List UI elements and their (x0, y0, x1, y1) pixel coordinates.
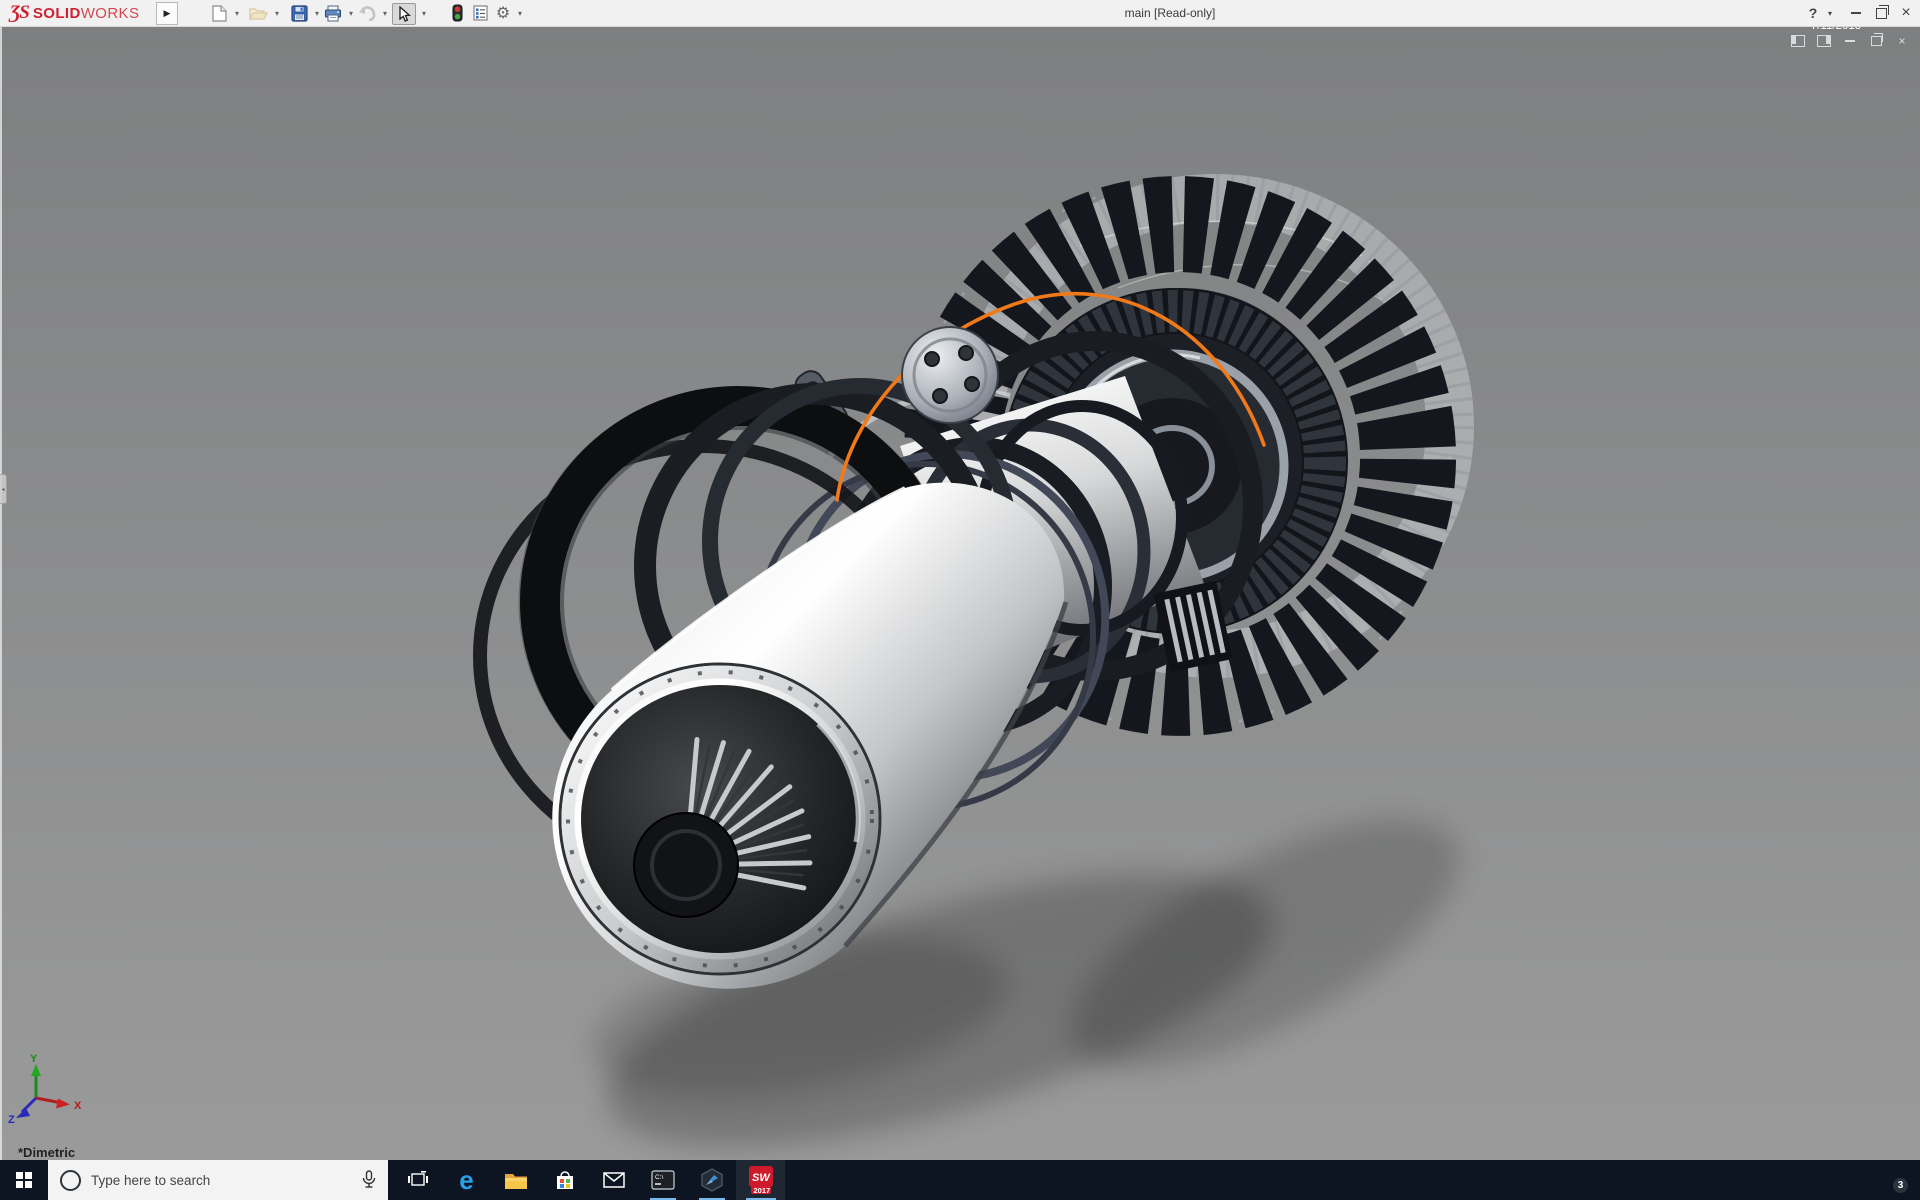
notification-badge[interactable]: 3 (1893, 1178, 1908, 1193)
open-dropdown[interactable]: ▾ (271, 3, 283, 23)
undo-button[interactable] (356, 3, 378, 23)
file-explorer-icon (504, 1171, 528, 1190)
select-tool-dropdown[interactable]: ▾ (418, 3, 430, 23)
logo-solid-text: SOLID (33, 5, 81, 22)
file-explorer-button[interactable] (491, 1160, 540, 1200)
new-document-dropdown[interactable]: ▾ (231, 3, 243, 23)
search-placeholder: Type here to search (91, 1173, 210, 1188)
rebuild-button[interactable] (446, 3, 468, 23)
edge-button[interactable]: e (442, 1160, 491, 1200)
cortana-circle-icon (60, 1170, 81, 1191)
mail-icon (603, 1172, 625, 1188)
edrawings-button[interactable] (687, 1160, 736, 1200)
edge-icon: e (459, 1167, 473, 1193)
ds-logo-icon: ƷS (10, 2, 29, 24)
windows-logo-icon (16, 1172, 32, 1188)
doc-close-button[interactable]: × (1894, 34, 1910, 48)
select-cursor-icon (398, 6, 411, 22)
store-icon (554, 1169, 576, 1191)
open-folder-icon (249, 6, 268, 21)
title-bar: ƷS SOLID WORKS ▶ ▾ ▾ ▾ (0, 0, 1920, 27)
undo-dropdown[interactable]: ▾ (379, 3, 391, 23)
feature-panel-collapse-tab[interactable]: ◂ (0, 474, 7, 504)
svg-text:2017: 2017 (753, 1186, 770, 1195)
axis-y-label: Y (30, 1053, 38, 1065)
start-button[interactable] (0, 1160, 48, 1200)
new-document-icon (212, 5, 227, 22)
microphone-icon[interactable] (362, 1170, 376, 1190)
store-button[interactable] (540, 1160, 589, 1200)
restore-icon (1876, 8, 1887, 19)
options-dropdown[interactable]: ▾ (514, 3, 526, 23)
doc-close-icon: × (1898, 35, 1905, 47)
help-button[interactable]: ? (1801, 0, 1825, 26)
save-floppy-icon (291, 5, 308, 22)
rebuild-traffic-light-icon (452, 4, 463, 22)
file-properties-icon (473, 5, 488, 21)
axis-x-label: X (74, 1100, 82, 1112)
svg-text:SW: SW (752, 1172, 771, 1184)
options-gear-icon[interactable]: ⚙ (492, 3, 514, 23)
search-input[interactable]: Type here to search (48, 1160, 388, 1200)
undo-arrow-icon (358, 6, 376, 21)
edrawings-hexagon-icon (700, 1168, 724, 1192)
command-prompt-icon: C:\ (651, 1170, 675, 1190)
view-orientation-label: *Dimetric (18, 1145, 75, 1160)
document-title: main [Read-only] (1090, 0, 1250, 26)
print-button[interactable] (322, 3, 344, 23)
logo-works-text: WORKS (81, 5, 140, 22)
minimize-button[interactable] (1844, 0, 1868, 26)
axis-z-label: Z (8, 1114, 15, 1124)
svg-text:C:\: C:\ (655, 1174, 664, 1181)
task-view-button[interactable] (393, 1160, 442, 1200)
close-button[interactable]: × (1894, 0, 1918, 26)
windows-taskbar: Type here to search e (0, 1160, 1920, 1200)
orientation-triad: Y X Z (6, 1052, 92, 1124)
help-dropdown[interactable]: ▾ (1823, 0, 1837, 26)
feature-panel-edge (0, 26, 2, 1160)
task-view-icon (408, 1171, 428, 1189)
print-icon (324, 5, 342, 22)
solidworks-app-icon: SW 2017 (747, 1165, 775, 1195)
solidworks-taskbar-button[interactable]: SW 2017 (736, 1160, 785, 1200)
open-button[interactable] (247, 3, 269, 23)
new-document-button[interactable] (208, 3, 230, 23)
minimize-icon (1851, 12, 1861, 14)
mail-button[interactable] (589, 1160, 638, 1200)
command-prompt-button[interactable]: C:\ (638, 1160, 687, 1200)
save-button[interactable] (288, 3, 310, 23)
menu-flyout-arrow[interactable]: ▶ (156, 2, 178, 25)
graphics-viewport[interactable]: ◂ × Y X Z *Dimetric (0, 26, 1920, 1160)
select-tool-button[interactable] (392, 3, 416, 25)
bearing-housing[interactable] (902, 327, 998, 423)
solidworks-logo: ƷS SOLID WORKS (10, 0, 139, 26)
doc-minimize-icon (1845, 40, 1855, 42)
file-properties-button[interactable] (469, 3, 491, 23)
restore-button[interactable] (1869, 0, 1893, 26)
engine-model[interactable] (0, 26, 1920, 1160)
